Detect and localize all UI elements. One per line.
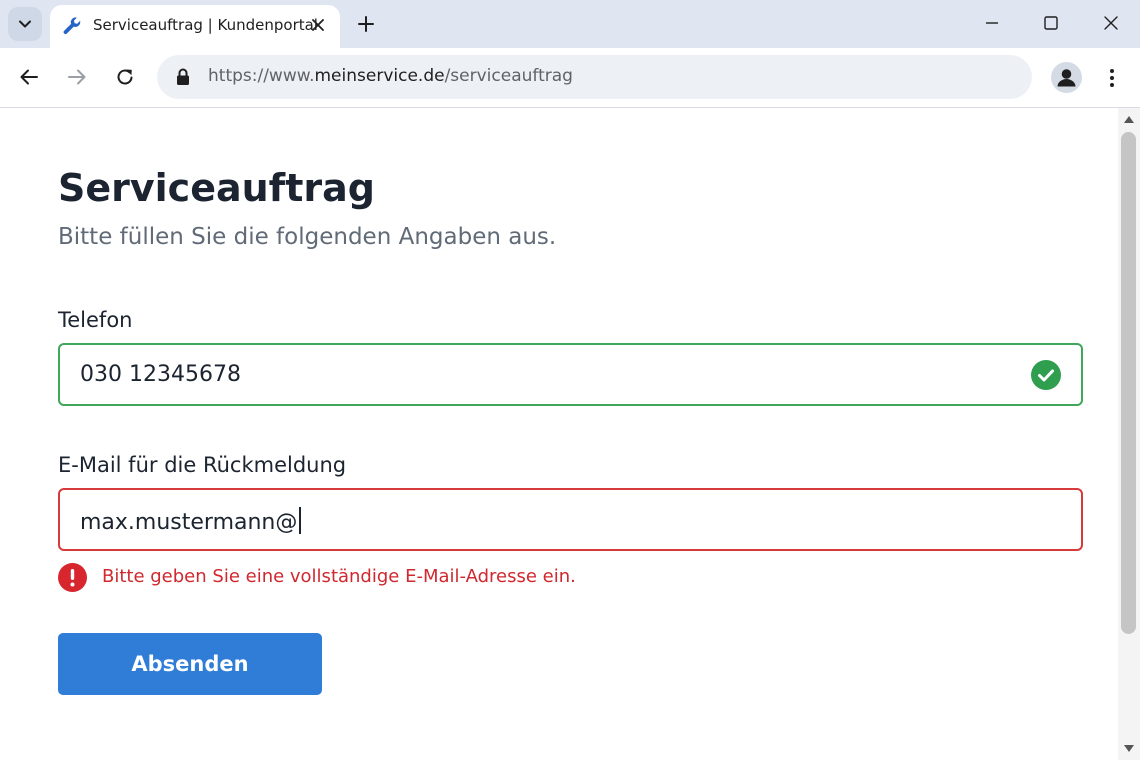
email-input[interactable]: max.mustermann@ [58,488,1083,551]
maximize-button[interactable] [1034,8,1068,38]
back-button[interactable] [14,62,44,92]
plus-icon [358,16,374,32]
new-tab-button[interactable] [352,10,380,38]
browser-toolbar: https://www.meinservice.de/serviceauftra… [0,48,1140,108]
email-label: E-Mail für die Rückmeldung [58,453,347,477]
email-value: max.mustermann@ [80,507,301,535]
reload-button[interactable] [110,62,140,92]
browser-menu-button[interactable] [1100,63,1124,93]
wrench-icon [63,17,81,35]
scroll-down-arrow-icon[interactable] [1124,745,1134,752]
forward-button[interactable] [62,62,92,92]
page-title: Serviceauftrag [58,166,375,210]
url-text: https://www.meinservice.de/serviceauftra… [208,66,573,86]
phone-value: 030 12345678 [80,362,241,387]
arrow-right-icon [68,69,86,85]
profile-button[interactable] [1051,62,1082,93]
arrow-left-icon [20,69,38,85]
reload-icon [117,69,133,85]
tab-close-button[interactable] [306,13,330,37]
text-cursor [299,507,301,534]
url-path: /serviceauftrag [444,66,573,86]
phone-input[interactable]: 030 12345678 [58,343,1083,406]
close-icon [1104,16,1118,30]
close-window-button[interactable] [1094,8,1128,38]
email-value-text: max.mustermann@ [80,510,298,535]
minimize-icon [986,22,998,24]
address-bar[interactable]: https://www.meinservice.de/serviceauftra… [157,55,1032,99]
phone-label: Telefon [58,308,133,332]
check-circle-icon [1031,360,1061,390]
scroll-up-arrow-icon[interactable] [1124,116,1134,123]
kebab-menu-icon [1110,69,1114,87]
error-text: Bitte geben Sie eine vollständige E-Mail… [102,566,576,587]
tab-title: Serviceauftrag | Kundenportal [93,16,318,34]
browser-tab-active[interactable]: Serviceauftrag | Kundenportal [50,5,340,48]
lock-icon [177,68,189,85]
profile-icon [1057,69,1076,87]
chevron-down-icon [19,20,31,28]
alert-circle-icon [58,563,87,592]
page-subtitle: Bitte füllen Sie die folgenden Angaben a… [58,224,557,250]
page-content: Serviceauftrag Bitte füllen Sie die folg… [0,108,1118,760]
submit-button[interactable]: Absenden [58,633,322,695]
maximize-icon [1044,16,1058,30]
url-prefix: https://www. [208,66,315,86]
page-scrollbar[interactable] [1118,108,1140,760]
tab-search-button[interactable] [8,7,42,41]
scrollbar-thumb[interactable] [1121,132,1136,634]
close-icon [312,19,324,31]
url-host: meinservice.de [314,66,445,86]
tab-strip: Serviceauftrag | Kundenportal [0,0,1140,48]
minimize-button[interactable] [975,8,1009,38]
